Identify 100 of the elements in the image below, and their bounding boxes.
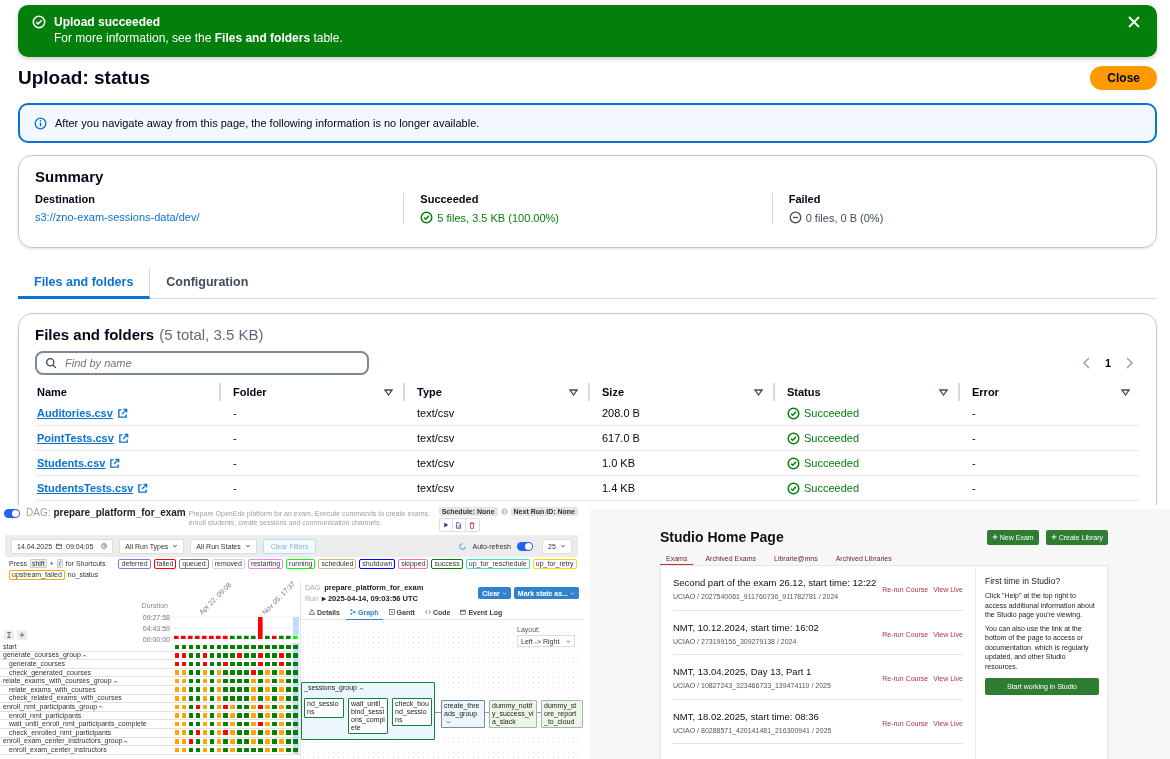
task-state-square[interactable] xyxy=(237,747,243,753)
task-state-square[interactable] xyxy=(272,704,277,710)
task-state-square[interactable] xyxy=(286,747,291,753)
expand-rows-button[interactable] xyxy=(4,630,14,640)
course-title[interactable]: NMT, 18.02.2025, start time: 08:36 xyxy=(673,710,832,722)
task-state-square[interactable] xyxy=(293,678,298,684)
duration-bar[interactable] xyxy=(216,635,221,639)
task-state-square[interactable] xyxy=(237,730,243,736)
task-state-square[interactable] xyxy=(188,661,194,667)
sort-icon[interactable] xyxy=(569,388,578,396)
task-state-square[interactable] xyxy=(258,644,263,650)
task-state-square[interactable] xyxy=(209,678,215,684)
task-state-square[interactable] xyxy=(209,721,215,727)
duration-bar[interactable] xyxy=(251,635,256,639)
task-state-square[interactable] xyxy=(195,739,201,744)
task-state-square[interactable] xyxy=(195,670,201,675)
task-state-square[interactable] xyxy=(286,730,291,736)
duration-bar[interactable] xyxy=(209,635,214,639)
task-state-square[interactable] xyxy=(286,721,291,727)
task-state-square[interactable] xyxy=(188,713,194,718)
duration-bar[interactable] xyxy=(279,635,284,639)
caret-up-icon[interactable] xyxy=(358,685,364,691)
task-state-square[interactable] xyxy=(230,696,236,701)
task-state-square[interactable] xyxy=(188,704,194,710)
task-state-square[interactable] xyxy=(237,696,243,701)
task-state-square[interactable] xyxy=(188,696,194,701)
duration-bar[interactable] xyxy=(286,635,291,639)
task-state-square[interactable] xyxy=(279,661,284,667)
task-state-square[interactable] xyxy=(244,687,250,693)
task-state-square[interactable] xyxy=(188,678,194,684)
task-state-square[interactable] xyxy=(223,721,229,727)
task-state-square[interactable] xyxy=(244,730,250,736)
task-state-square[interactable] xyxy=(244,739,250,744)
task-state-square[interactable] xyxy=(244,661,250,667)
task-state-square[interactable] xyxy=(188,644,194,650)
trigger-button[interactable] xyxy=(439,519,453,531)
task-state-square[interactable] xyxy=(286,704,291,710)
task-state-square[interactable] xyxy=(251,661,256,667)
task-state-square[interactable] xyxy=(258,704,263,710)
task-state-square[interactable] xyxy=(188,687,194,693)
task-state-square[interactable] xyxy=(265,644,270,650)
caret-down-icon[interactable] xyxy=(446,719,451,725)
task-state-square[interactable] xyxy=(209,644,215,650)
task-state-square[interactable] xyxy=(293,644,298,650)
task-state-square[interactable] xyxy=(272,721,277,727)
sort-icon[interactable] xyxy=(1121,388,1130,396)
dag-toggle[interactable] xyxy=(4,509,20,518)
task-state-square[interactable] xyxy=(237,661,243,667)
duration-bar[interactable] xyxy=(181,635,186,639)
sort-icon[interactable] xyxy=(384,388,393,396)
task-state-square[interactable] xyxy=(237,653,243,658)
page-number[interactable]: 1 xyxy=(1104,357,1111,369)
sort-icon[interactable] xyxy=(939,388,948,396)
sort-icon[interactable] xyxy=(754,388,763,396)
destination-link[interactable]: s3://zno-exam-sessions-data/dev/ xyxy=(35,211,404,223)
task-state-square[interactable] xyxy=(244,747,250,753)
task-state-square[interactable] xyxy=(195,678,201,684)
caret-up-icon[interactable] xyxy=(112,678,118,684)
task-state-square[interactable] xyxy=(286,678,291,684)
task-state-square[interactable] xyxy=(223,747,229,753)
file-link[interactable]: PointTests.csv xyxy=(37,432,114,444)
task-state-square[interactable] xyxy=(181,653,187,658)
file-link[interactable]: Auditories.csv xyxy=(37,407,113,419)
task-state-square[interactable] xyxy=(251,747,256,753)
task-state-square[interactable] xyxy=(223,739,229,744)
task-state-square[interactable] xyxy=(195,704,201,710)
task-state-square[interactable] xyxy=(293,661,298,667)
task-state-square[interactable] xyxy=(195,687,201,693)
task-state-square[interactable] xyxy=(223,661,229,667)
duration-bar[interactable] xyxy=(202,635,207,639)
duration-bar[interactable] xyxy=(265,635,270,639)
duration-bar[interactable] xyxy=(272,635,277,639)
column-header[interactable]: Size xyxy=(588,383,773,401)
task-state-square[interactable] xyxy=(293,687,298,693)
column-header[interactable]: Status xyxy=(773,383,958,401)
caret-up-icon[interactable] xyxy=(81,652,87,658)
task-state-square[interactable] xyxy=(202,653,208,658)
file-link[interactable]: Students.csv xyxy=(37,457,106,469)
task-state-square[interactable] xyxy=(209,653,215,658)
task-state-square[interactable] xyxy=(223,704,229,710)
task-state-square[interactable] xyxy=(209,687,215,693)
task-state-square[interactable] xyxy=(230,687,236,693)
task-state-square[interactable] xyxy=(237,704,243,710)
task-state-square[interactable] xyxy=(202,644,208,650)
task-state-square[interactable] xyxy=(244,653,250,658)
task-state-square[interactable] xyxy=(251,644,256,650)
task-state-square[interactable] xyxy=(195,730,201,736)
duration-bar[interactable] xyxy=(174,635,179,639)
task-state-square[interactable] xyxy=(244,713,250,718)
task-state-square[interactable] xyxy=(188,653,194,658)
task-state-square[interactable] xyxy=(230,670,236,675)
task-state-square[interactable] xyxy=(195,696,201,701)
task-state-square[interactable] xyxy=(209,704,215,710)
column-header[interactable]: Folder xyxy=(219,383,403,401)
next-page-button[interactable] xyxy=(1125,357,1134,369)
task-state-square[interactable] xyxy=(181,661,187,667)
auto-refresh-toggle[interactable] xyxy=(517,541,533,551)
duration-bar[interactable] xyxy=(237,635,242,639)
task-state-square[interactable] xyxy=(188,739,194,744)
task-state-square[interactable] xyxy=(216,661,222,667)
